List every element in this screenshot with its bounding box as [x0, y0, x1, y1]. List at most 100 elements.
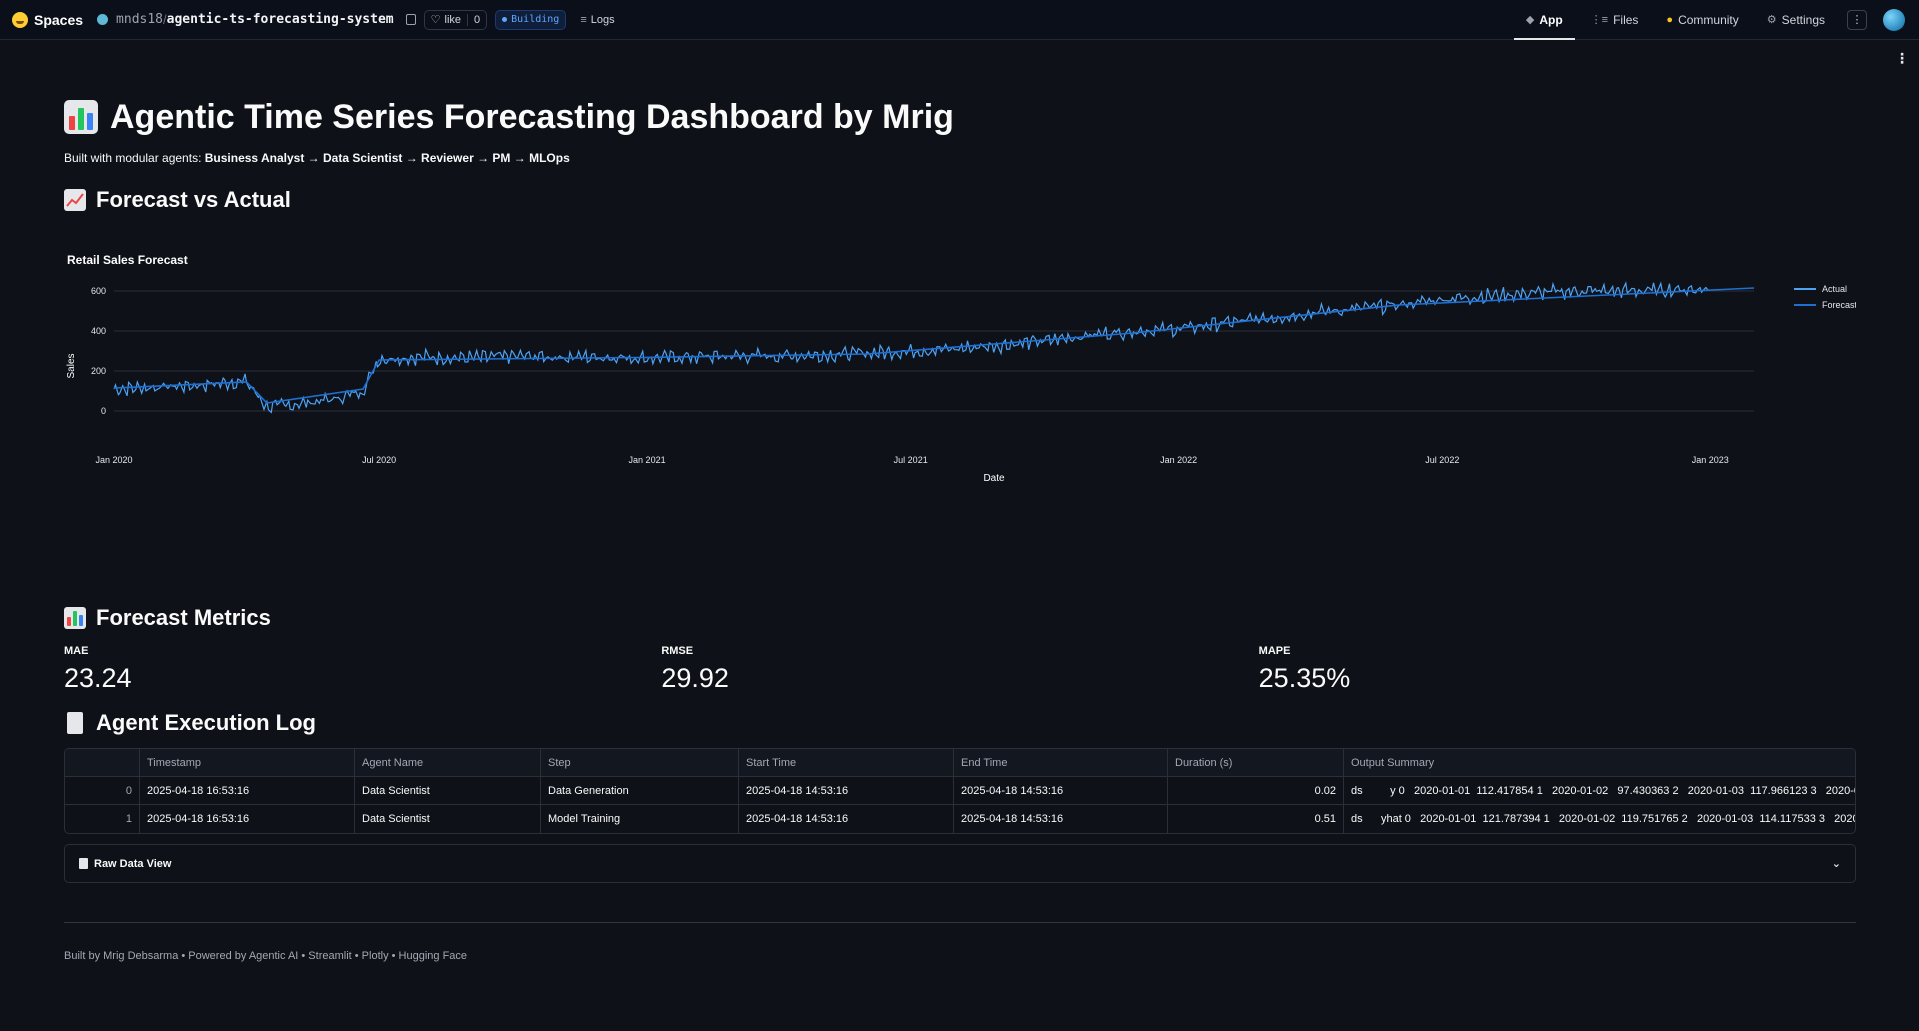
table-cell[interactable]: 0.02 — [1168, 777, 1344, 804]
metric-label: MAPE — [1258, 645, 1291, 657]
x-tick-label: Jan 2023 — [1692, 455, 1729, 465]
table-row[interactable]: 0 2025-04-18 16:53:16 Data Scientist Dat… — [65, 777, 1855, 805]
tab-settings[interactable]: ⚙ Settings — [1755, 0, 1837, 40]
more-options-button[interactable]: ⋮ — [1847, 9, 1867, 30]
kebab-icon: ⋮ — [1851, 14, 1863, 26]
metric-mape: MAPE 25.35% — [1259, 645, 1856, 694]
page-title-row: Agentic Time Series Forecasting Dashboar… — [64, 95, 1856, 139]
forecast-heading: Forecast vs Actual — [96, 187, 291, 212]
like-button[interactable]: ♡ like 0 — [423, 9, 488, 30]
table-cell[interactable]: Data Generation — [541, 777, 739, 804]
metrics-heading: Forecast Metrics — [96, 605, 271, 630]
row-index: 1 — [65, 805, 140, 833]
app-icon: ◆ — [1525, 14, 1535, 26]
space-avatar-icon — [97, 14, 109, 25]
table-row[interactable]: 1 2025-04-18 16:53:16 Data Scientist Mod… — [65, 805, 1855, 833]
column-header[interactable] — [65, 749, 140, 776]
table-cell[interactable]: ds y 0 2020-01-01 112.417854 1 2020-01-0… — [1344, 777, 1855, 804]
raw-data-label: Raw Data View — [94, 857, 172, 870]
column-header[interactable]: Start Time — [739, 749, 954, 776]
status-badge[interactable]: Building — [495, 9, 567, 30]
metric-value: 29.92 — [661, 663, 729, 693]
table-cell[interactable]: 2025-04-18 16:53:16 — [140, 805, 355, 833]
tab-community[interactable]: ● Community — [1654, 0, 1750, 40]
trend-chart-icon — [64, 189, 86, 211]
main-content: Agentic Time Series Forecasting Dashboar… — [64, 40, 1856, 962]
table-cell[interactable]: ds yhat 0 2020-01-01 121.787394 1 2020-0… — [1344, 805, 1855, 833]
logs-icon: ≡ — [580, 13, 587, 26]
copy-icon[interactable] — [405, 14, 416, 25]
row-index: 0 — [65, 777, 140, 804]
metrics-row: MAE 23.24 RMSE 29.92 MAPE 25.35% — [64, 645, 1856, 694]
spaces-link[interactable]: Spaces — [12, 11, 84, 28]
table-cell[interactable]: 2025-04-18 14:53:16 — [739, 777, 954, 804]
y-tick-label: 600 — [91, 286, 106, 296]
metric-mae: MAE 23.24 — [64, 645, 661, 694]
x-axis-title: Date — [983, 473, 1005, 484]
column-header[interactable]: Output Summary — [1344, 749, 1855, 776]
log-heading-row: Agent Execution Log — [64, 710, 1856, 736]
table-cell[interactable]: Model Training — [541, 805, 739, 833]
receipt-icon — [67, 712, 83, 734]
footer-text: Built by Mrig Debsarma • Powered by Agen… — [64, 950, 468, 962]
page-subtitle: Built with modular agents: Business Anal… — [64, 151, 1856, 165]
repo-name[interactable]: agentic-ts-forecasting-system — [167, 12, 394, 27]
top-bar: Spaces mnds18/agentic-ts-forecasting-sys… — [0, 0, 1919, 40]
table-cell[interactable]: Data Scientist — [355, 777, 541, 804]
raw-data-expander[interactable]: Raw Data View ⌄ — [64, 844, 1856, 883]
tab-app[interactable]: ◆ App — [1513, 0, 1575, 40]
chevron-down-icon: ⌄ — [1831, 858, 1841, 870]
bar-chart-icon — [64, 100, 98, 134]
forecast-chart[interactable]: Retail Sales Forecast 0 200 400 600 Jan 2020… — [64, 231, 1856, 571]
metric-value: 23.24 — [64, 663, 132, 693]
user-avatar[interactable] — [1883, 8, 1905, 31]
table-cell[interactable]: 2025-04-18 16:53:16 — [140, 777, 355, 804]
table-cell[interactable]: Data Scientist — [355, 805, 541, 833]
column-header[interactable]: End Time — [954, 749, 1168, 776]
tab-app-label: App — [1539, 12, 1563, 27]
legend-label: Forecast — [1822, 300, 1856, 310]
repo-owner[interactable]: mnds18 — [116, 12, 163, 27]
metrics-heading-row: Forecast Metrics — [64, 605, 1856, 631]
x-tick-label: Jul 2020 — [362, 455, 396, 465]
community-icon: ● — [1666, 13, 1674, 26]
tab-files[interactable]: ⋮≡ Files — [1579, 0, 1651, 40]
like-count: 0 — [467, 13, 480, 26]
agent-log-table[interactable]: Timestamp Agent Name Step Start Time End… — [64, 748, 1856, 834]
divider — [64, 922, 1856, 923]
column-header[interactable]: Duration (s) — [1168, 749, 1344, 776]
chart-plot-area[interactable]: 0 200 400 600 Jan 2020 Jul 2020 Jan 2021 Jul 20… — [64, 231, 1856, 571]
tab-community-label: Community — [1678, 12, 1739, 27]
status-label: Building — [511, 14, 560, 25]
spaces-label: Spaces — [34, 11, 84, 28]
files-icon: ⋮≡ — [1590, 14, 1609, 26]
hugging-face-icon — [12, 11, 28, 28]
column-header[interactable]: Agent Name — [355, 749, 541, 776]
x-tick-label: Jul 2021 — [894, 455, 928, 465]
column-header[interactable]: Timestamp — [140, 749, 355, 776]
table-cell[interactable]: 0.51 — [1168, 805, 1344, 833]
app-menu-kebab-icon[interactable]: ⋮ — [1895, 50, 1909, 67]
log-heading: Agent Execution Log — [96, 710, 316, 735]
x-tick-label: Jan 2020 — [95, 455, 132, 465]
gear-icon: ⚙ — [1766, 14, 1777, 26]
subtitle-agents: Business Analyst → Data Scientist → Revi… — [204, 151, 570, 165]
metric-label: RMSE — [661, 645, 694, 657]
forecast-heading-row: Forecast vs Actual — [64, 187, 1856, 213]
table-cell[interactable]: 2025-04-18 14:53:16 — [954, 805, 1168, 833]
x-tick-label: Jul 2022 — [1425, 455, 1459, 465]
table-cell[interactable]: 2025-04-18 14:53:16 — [954, 777, 1168, 804]
document-icon — [79, 858, 88, 869]
subtitle-prefix: Built with modular agents: — [64, 151, 205, 165]
metric-value: 25.35% — [1258, 663, 1351, 693]
y-axis-title: Sales — [66, 353, 77, 378]
logs-button[interactable]: ≡ Logs — [574, 10, 620, 30]
x-tick-label: Jan 2021 — [629, 455, 666, 465]
y-tick-label: 400 — [91, 326, 106, 336]
bar-chart-icon — [64, 607, 86, 629]
metric-rmse: RMSE 29.92 — [661, 645, 1258, 694]
y-tick-label: 200 — [91, 366, 106, 376]
column-header[interactable]: Step — [541, 749, 739, 776]
status-dot-icon — [502, 17, 508, 22]
table-cell[interactable]: 2025-04-18 14:53:16 — [739, 805, 954, 833]
